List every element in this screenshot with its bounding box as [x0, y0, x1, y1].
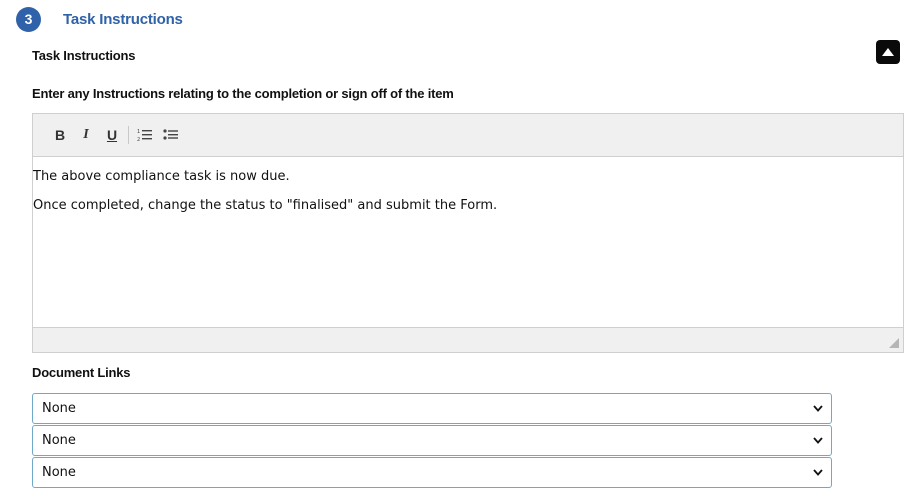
- document-links-label: Document Links: [32, 365, 131, 380]
- editor-statusbar: [33, 327, 903, 352]
- toolbar-divider: [128, 126, 129, 144]
- step-number-badge: 3: [16, 6, 41, 32]
- caret-up-icon: [882, 48, 894, 56]
- select-value: None: [42, 433, 76, 448]
- bold-button[interactable]: B: [47, 122, 73, 148]
- ordered-list-icon: 1 2: [137, 129, 152, 142]
- document-link-select-2[interactable]: None: [32, 425, 832, 456]
- resize-handle-icon[interactable]: [889, 338, 899, 348]
- rich-text-editor[interactable]: B I U 1 2 The above compliance task is n…: [32, 113, 904, 353]
- underline-button[interactable]: U: [99, 122, 125, 148]
- ordered-list-button[interactable]: 1 2: [132, 122, 158, 148]
- editor-paragraph: Once completed, change the status to "fi…: [33, 198, 498, 213]
- svg-text:1: 1: [137, 129, 140, 135]
- italic-button[interactable]: I: [73, 122, 99, 148]
- chevron-down-icon: [813, 469, 823, 476]
- unordered-list-button[interactable]: [158, 122, 184, 148]
- unordered-list-icon: [163, 129, 178, 140]
- select-value: None: [42, 465, 76, 480]
- enter-instructions-label: Enter any Instructions relating to the c…: [32, 86, 454, 101]
- editor-toolbar: B I U 1 2: [33, 114, 903, 157]
- section-title[interactable]: Task Instructions: [63, 11, 183, 28]
- chevron-down-icon: [813, 405, 823, 412]
- chevron-down-icon: [813, 437, 823, 444]
- svg-text:2: 2: [137, 137, 140, 142]
- collapse-button[interactable]: [876, 40, 900, 64]
- section-header: 3 Task Instructions: [16, 6, 183, 32]
- task-instructions-label: Task Instructions: [32, 48, 136, 63]
- editor-paragraph: The above compliance task is now due.: [33, 169, 290, 184]
- document-link-select-3[interactable]: None: [32, 457, 832, 488]
- editor-content[interactable]: The above compliance task is now due. On…: [33, 157, 903, 327]
- select-value: None: [42, 401, 76, 416]
- document-link-select-1[interactable]: None: [32, 393, 832, 424]
